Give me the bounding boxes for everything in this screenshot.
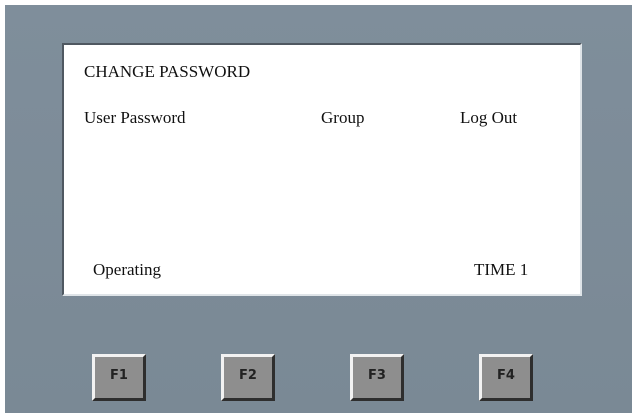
menu-group[interactable]: Group — [321, 108, 364, 128]
menu-log-out[interactable]: Log Out — [460, 108, 517, 128]
f4-key[interactable]: F4 — [479, 354, 533, 401]
display-screen: CHANGE PASSWORD User Password Group Log … — [62, 43, 582, 296]
screen-title: CHANGE PASSWORD — [84, 62, 251, 81]
time-label: TIME 1 — [474, 260, 529, 279]
status-text: Operating — [93, 260, 161, 279]
f3-key[interactable]: F3 — [350, 354, 404, 401]
f1-key[interactable]: F1 — [92, 354, 146, 401]
menu-user-password[interactable]: User Password — [84, 108, 186, 128]
f2-key[interactable]: F2 — [221, 354, 275, 401]
